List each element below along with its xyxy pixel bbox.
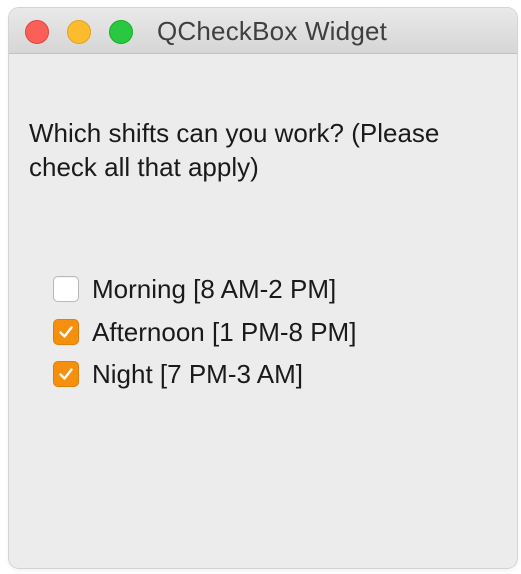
checkbox-box-afternoon[interactable] bbox=[53, 319, 79, 345]
close-window-button[interactable] bbox=[25, 20, 49, 44]
checkbox-box-morning[interactable] bbox=[53, 276, 79, 302]
window-title: QCheckBox Widget bbox=[157, 16, 388, 46]
checkbox-afternoon[interactable]: Afternoon [1 PM-8 PM] bbox=[53, 315, 356, 349]
checkbox-label-afternoon[interactable]: Afternoon [1 PM-8 PM] bbox=[92, 317, 356, 348]
app-window: QCheckBox Widget Which shifts can you wo… bbox=[9, 8, 517, 568]
zoom-window-button[interactable] bbox=[109, 20, 133, 44]
checkbox-label-night[interactable]: Night [7 PM-3 AM] bbox=[92, 359, 303, 390]
shift-question-label: Which shifts can you work? (Please check… bbox=[29, 118, 440, 182]
checkbox-label-morning[interactable]: Morning [8 AM-2 PM] bbox=[92, 274, 336, 305]
checkbox-morning[interactable]: Morning [8 AM-2 PM] bbox=[53, 272, 336, 306]
checkmark-icon bbox=[59, 326, 73, 338]
minimize-window-button[interactable] bbox=[67, 20, 91, 44]
checkbox-night[interactable]: Night [7 PM-3 AM] bbox=[53, 357, 303, 391]
checkbox-box-night[interactable] bbox=[53, 361, 79, 387]
checkmark-icon bbox=[59, 368, 73, 380]
title-bar[interactable]: QCheckBox Widget bbox=[9, 8, 517, 54]
